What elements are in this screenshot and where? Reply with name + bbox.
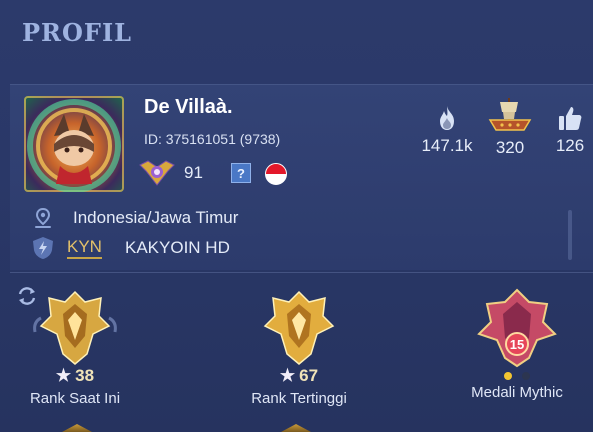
current-rank-stars: 38 (75, 366, 95, 385)
section-divider (10, 272, 593, 273)
star-icon: ★ (55, 366, 72, 385)
shield-bolt-icon (33, 237, 53, 259)
popularity-stat[interactable]: 147.1k (414, 104, 480, 156)
likes-value: 126 (555, 136, 585, 155)
mythic-medal-icon: 15 (477, 288, 557, 368)
dot-active[interactable] (504, 372, 512, 380)
popularity-value: 147.1k (421, 136, 473, 155)
highest-rank-label: Rank Tertinggi (251, 390, 347, 407)
favorites-value: 320 (495, 138, 525, 157)
location-text: Indonesia/Jawa Timur (73, 208, 239, 227)
next-row-emblem-peek (281, 424, 311, 432)
player-level: 91 (184, 163, 203, 182)
highest-rank-stars: 67 (299, 366, 319, 385)
player-avatar[interactable] (24, 96, 124, 192)
rank-emblem-small-icon (139, 160, 175, 186)
scrollbar[interactable] (568, 210, 572, 260)
current-rank-label: Rank Saat Ini (29, 390, 121, 407)
favorites-stat[interactable]: 320 (484, 96, 536, 158)
avatar-portrait-icon (27, 99, 121, 192)
star-icon: ★ (279, 366, 296, 385)
flame-icon (440, 106, 454, 130)
thumbs-up-icon (559, 107, 582, 130)
mythic-rank-emblem-icon (263, 290, 335, 365)
medal-mythic[interactable]: 15 Medali Mythic (452, 288, 582, 401)
squad-tag[interactable]: KYN (67, 238, 102, 259)
medal-current-rank[interactable]: ★ 38 Rank Saat Ini (10, 288, 140, 407)
mythic-rank-emblem-icon (33, 290, 117, 365)
player-id: ID: 375161051 (9738) (144, 131, 281, 147)
page-title: PROFIL (22, 18, 133, 47)
squad-name[interactable]: KAKYOIN HD (125, 238, 230, 258)
help-badge[interactable]: ? (231, 163, 251, 183)
next-row-emblem-peek (62, 424, 92, 432)
mythic-badge-number: 15 (510, 337, 524, 352)
player-name: De Villaà. (144, 96, 233, 118)
carousel-dots (452, 372, 582, 380)
likes-stat[interactable]: 126 (550, 104, 590, 156)
mythic-medal-label: Medali Mythic (471, 384, 563, 401)
map-pin-icon (35, 207, 51, 228)
medal-highest-rank[interactable]: ★ 67 Rank Tertinggi (234, 288, 364, 407)
dot-inactive[interactable] (522, 372, 530, 380)
indonesia-flag-icon (265, 163, 287, 185)
ship-icon (488, 98, 532, 131)
